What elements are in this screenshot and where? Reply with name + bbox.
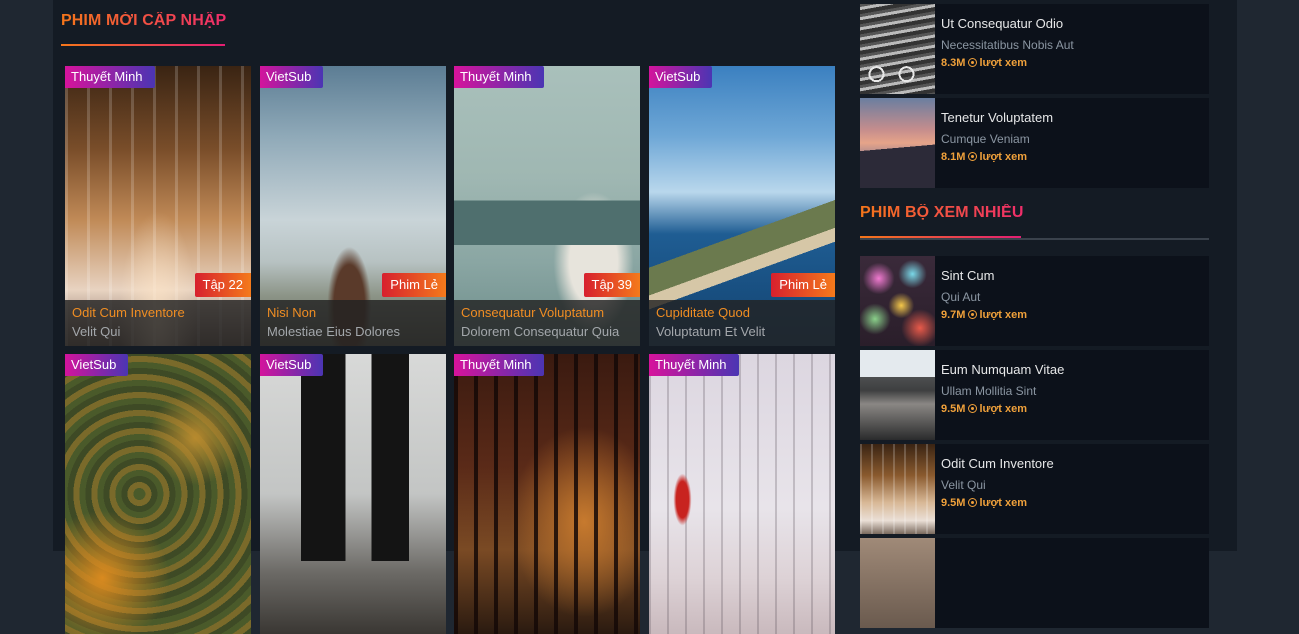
badge-label: Thuyết Minh [65, 66, 155, 88]
section-title-popular-series: PHIM BỘ XEM NHIỀU [860, 204, 1024, 221]
item-title[interactable]: Ut Consequatur Odio [941, 16, 1063, 31]
card-info: Nisi Non Molestiae Eius Dolores [260, 300, 446, 346]
thumb-bed-window [860, 350, 935, 440]
views-label: lượt xem [979, 57, 1028, 69]
item-subtitle: Qui Aut [941, 290, 981, 304]
thumb-bokeh-lights [860, 256, 935, 346]
eye-icon [968, 404, 978, 413]
badge-label: Thuyết Minh [454, 66, 544, 88]
poster-dark-woods [454, 354, 640, 634]
card-info: Consequatur Voluptatum Dolorem Consequat… [454, 300, 640, 346]
eye-icon [968, 498, 978, 507]
movie-subtitle: Voluptatum Et Velit [656, 324, 766, 339]
card-info: Cupiditate Quod Voluptatum Et Velit [649, 300, 835, 346]
movie-title[interactable]: Cupiditate Quod [656, 303, 828, 322]
item-views: 9.5M lượt xem [941, 403, 1027, 415]
badge-label: VietSub [260, 66, 324, 88]
section-title-new-updates: PHIM MỚI CẬP NHẬP [61, 12, 227, 29]
movie-card-6[interactable]: VietSub [260, 354, 446, 634]
sidebar-item-partial[interactable] [860, 538, 1209, 628]
item-title[interactable]: Odit Cum Inventore [941, 456, 1054, 471]
item-views: 8.3M lượt xem [941, 57, 1027, 69]
thumb-partial [860, 538, 935, 628]
views-label: lượt xem [979, 403, 1028, 415]
item-subtitle: Ullam Mollitia Sint [941, 384, 1037, 398]
section-title-track [860, 238, 1209, 240]
views-count: 9.5M [941, 497, 966, 509]
views-count: 8.3M [941, 57, 966, 69]
movie-subtitle: Molestiae Eius Dolores [267, 324, 400, 339]
eye-icon [968, 310, 978, 319]
movie-card-7[interactable]: Thuyết Minh [454, 354, 640, 634]
episode-badge: Phim Lẻ [382, 273, 446, 297]
item-title[interactable]: Tenetur Voluptatem [941, 110, 1053, 125]
badge-label: VietSub [260, 354, 324, 376]
episode-badge: Tập 39 [583, 273, 640, 297]
section-title-underline [860, 236, 1021, 238]
movie-title[interactable]: Consequatur Voluptatum [461, 303, 633, 322]
movie-card-3[interactable]: Thuyết Minh Tập 39 Consequatur Voluptatu… [454, 66, 640, 346]
views-count: 9.7M [941, 309, 966, 321]
item-subtitle: Velit Qui [941, 478, 986, 492]
badge-label: Thuyết Minh [649, 354, 739, 376]
badge-label: Thuyết Minh [454, 354, 544, 376]
eye-icon [968, 152, 978, 161]
movie-card-4[interactable]: VietSub Phim Lẻ Cupiditate Quod Voluptat… [649, 66, 835, 346]
movie-card-2[interactable]: VietSub Phim Lẻ Nisi Non Molestiae Eius … [260, 66, 446, 346]
views-label: lượt xem [979, 497, 1028, 509]
thumb-bicycles [860, 4, 935, 94]
item-views: 9.7M lượt xem [941, 309, 1027, 321]
sidebar-item-sint-cum[interactable]: Sint Cum Qui Aut 9.7M lượt xem [860, 256, 1209, 346]
poster-autumn-forest [65, 354, 251, 634]
eye-icon [968, 58, 978, 67]
sidebar-item-tenetur-voluptatem[interactable]: Tenetur Voluptatem Cumque Veniam 8.1M lượ… [860, 98, 1209, 188]
item-subtitle: Cumque Veniam [941, 132, 1030, 146]
item-views: 9.5M lượt xem [941, 497, 1027, 509]
badge-label: VietSub [649, 66, 713, 88]
item-title[interactable]: Sint Cum [941, 268, 994, 283]
section-title-underline [61, 44, 225, 46]
poster-legs-standing [260, 354, 446, 634]
views-label: lượt xem [979, 151, 1028, 163]
sidebar-item-odit-cum-inventore[interactable]: Odit Cum Inventore Velit Qui 9.5M lượt xe… [860, 444, 1209, 534]
movie-title[interactable]: Nisi Non [267, 303, 439, 322]
movie-title[interactable]: Odit Cum Inventore [72, 303, 244, 322]
episode-badge: Phim Lẻ [771, 273, 835, 297]
card-info: Odit Cum Inventore Velit Qui [65, 300, 251, 346]
poster-snow-red-coat [649, 354, 835, 634]
badge-label: VietSub [65, 354, 129, 376]
item-subtitle: Necessitatibus Nobis Aut [941, 38, 1074, 52]
movie-card-8[interactable]: Thuyết Minh [649, 354, 835, 634]
views-label: lượt xem [979, 309, 1028, 321]
thumb-sunset-hills [860, 98, 935, 188]
movie-card-5[interactable]: VietSub [65, 354, 251, 634]
movie-card-1[interactable]: Thuyết Minh Tập 22 Odit Cum Inventore Ve… [65, 66, 251, 346]
movie-subtitle: Dolorem Consequatur Quia [461, 324, 620, 339]
thumb-cathedral [860, 444, 935, 534]
sidebar-item-ut-consequatur-odio[interactable]: Ut Consequatur Odio Necessitatibus Nobis… [860, 4, 1209, 94]
item-title[interactable]: Eum Numquam Vitae [941, 362, 1064, 377]
views-count: 8.1M [941, 151, 966, 163]
sidebar-item-eum-numquam-vitae[interactable]: Eum Numquam Vitae Ullam Mollitia Sint 9.… [860, 350, 1209, 440]
views-count: 9.5M [941, 403, 966, 415]
episode-badge: Tập 22 [194, 273, 251, 297]
item-views: 8.1M lượt xem [941, 151, 1027, 163]
movie-subtitle: Velit Qui [72, 324, 121, 339]
